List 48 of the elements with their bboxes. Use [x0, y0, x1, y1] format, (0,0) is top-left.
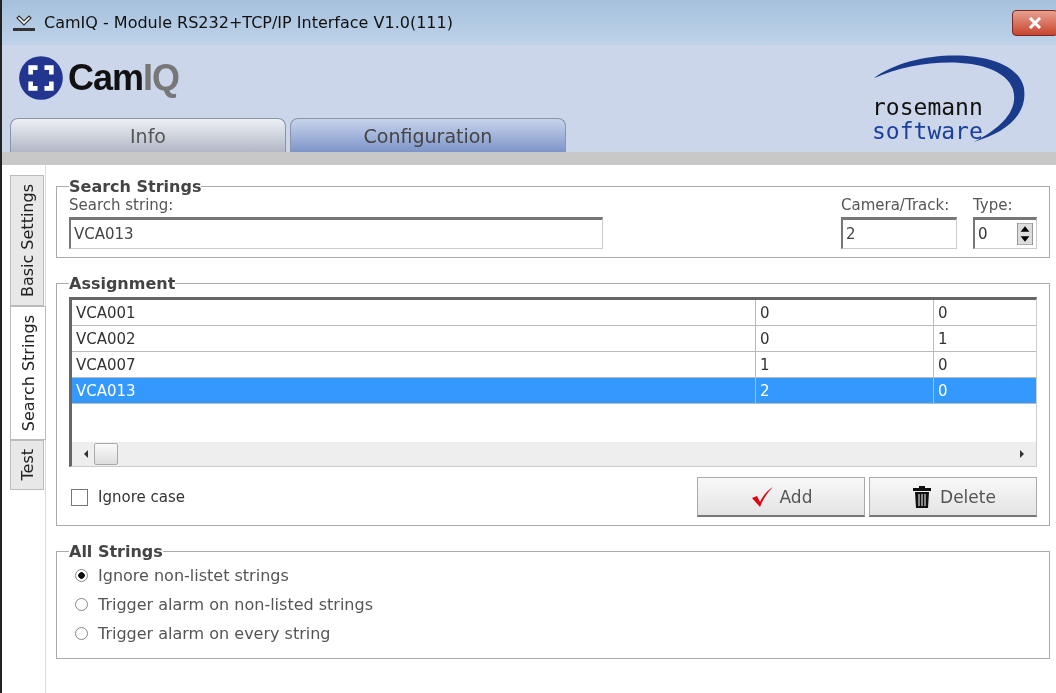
table-cell: 1 — [756, 352, 934, 377]
side-tab[interactable]: Basic Settings — [10, 175, 44, 307]
add-button[interactable]: Add — [697, 477, 865, 517]
spinner-arrows-icon[interactable] — [1017, 223, 1033, 245]
tab[interactable]: Info — [10, 118, 286, 152]
field-label: Type: — [973, 196, 1014, 214]
logo-text: CamIQ — [68, 58, 180, 98]
table-cell-text: 0 — [937, 380, 949, 402]
checkbox[interactable] — [71, 488, 88, 506]
table-cell-text: 1 — [937, 328, 949, 350]
table-cell: 0 — [756, 326, 934, 351]
group-title: Assignment — [69, 274, 176, 293]
radio-label: Trigger alarm on every string — [98, 624, 331, 643]
close-button[interactable] — [1012, 9, 1056, 36]
table-cell-text: 0 — [937, 354, 949, 376]
logo-mark-icon — [18, 55, 64, 101]
table-cell: VCA001 — [72, 300, 756, 325]
delete-button[interactable]: Delete — [869, 477, 1037, 517]
window-title: CamIQ - Module RS232+TCP/IP Interface V1.0(111) — [44, 13, 454, 32]
radio-label: Ignore non-listet strings — [98, 566, 289, 585]
table-cell: 0 — [756, 300, 934, 325]
type-spinner[interactable]: 0 — [973, 217, 1037, 249]
horizontal-scrollbar[interactable] — [72, 442, 1036, 466]
group-title: Search Strings — [69, 177, 202, 196]
table-cell: VCA002 — [72, 326, 756, 351]
side-tab[interactable]: Search Strings — [10, 306, 46, 441]
checkmark-icon — [749, 484, 774, 509]
radio-button[interactable] — [75, 569, 88, 582]
search-string-field[interactable]: VCA013 — [69, 217, 603, 249]
checkbox-label: Ignore case — [98, 488, 185, 506]
group-title: All Strings — [69, 542, 163, 561]
side-tab[interactable]: Test — [10, 440, 44, 490]
tab[interactable]: Configuration — [290, 118, 566, 152]
table-cell: VCA007 — [72, 352, 756, 377]
radio-button[interactable] — [75, 627, 88, 640]
camera-track-field[interactable]: 2 — [841, 217, 957, 249]
table-row[interactable]: VCA002 0 1 — [72, 326, 1036, 352]
radio-label: Trigger alarm on non-listed strings — [98, 595, 373, 614]
brand-name: rosemann — [872, 95, 983, 119]
table-cell: VCA013 — [72, 378, 756, 403]
table-cell: 2 — [756, 378, 934, 403]
close-icon — [1027, 16, 1043, 29]
field-label: Search string: — [69, 196, 175, 214]
table-row[interactable]: VCA001 0 0 — [72, 300, 1036, 326]
brand-tagline: software — [872, 119, 983, 143]
field-label: Camera/Track: — [841, 196, 951, 214]
radio-button[interactable] — [75, 598, 88, 611]
table-cell-text: 0 — [937, 302, 949, 324]
